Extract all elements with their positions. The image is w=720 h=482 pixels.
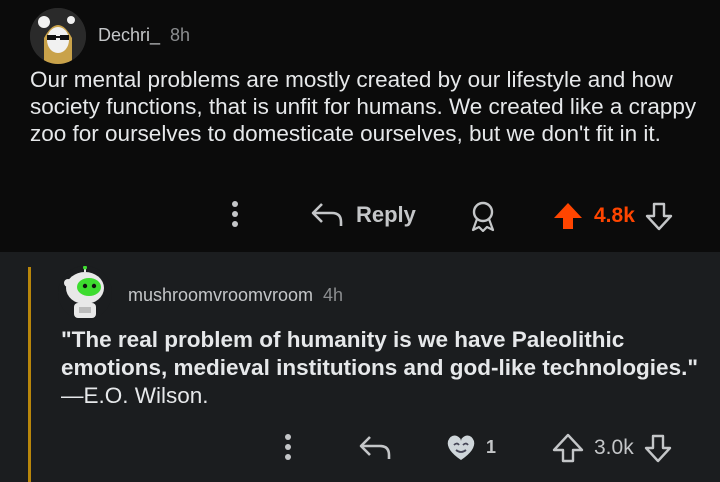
timestamp: 8h bbox=[170, 25, 191, 45]
comment-body: "The real problem of humanity is we have… bbox=[61, 326, 701, 410]
score: 4.8k bbox=[594, 204, 635, 227]
score: 3.0k bbox=[594, 436, 634, 459]
downvote-icon[interactable] bbox=[645, 200, 673, 232]
comment-1: Dechri_ 8h Our mental problems are mostl… bbox=[0, 0, 720, 252]
award-icon bbox=[471, 201, 495, 232]
timestamp: 4h bbox=[323, 285, 344, 305]
reply-icon bbox=[359, 436, 391, 459]
thread-line[interactable] bbox=[28, 267, 31, 482]
vote-bar: 3.0k bbox=[552, 432, 672, 464]
more-icon bbox=[232, 201, 238, 227]
upvote-icon[interactable] bbox=[552, 200, 584, 232]
avatar[interactable] bbox=[30, 8, 86, 64]
upvote-icon[interactable] bbox=[552, 432, 584, 464]
quote-attribution: —E.O. Wilson. bbox=[61, 383, 209, 408]
more-icon bbox=[285, 434, 291, 460]
comment-meta: mushroomvroomvroom 4h bbox=[128, 285, 343, 306]
award-button[interactable] bbox=[468, 200, 498, 232]
more-button[interactable] bbox=[228, 198, 242, 230]
username[interactable]: Dechri_ bbox=[98, 25, 160, 46]
award-icon bbox=[447, 435, 475, 460]
username[interactable]: mushroomvroomvroom bbox=[128, 285, 313, 306]
reply-label: Reply bbox=[356, 202, 416, 227]
avatar[interactable] bbox=[58, 266, 112, 320]
vote-bar: 4.8k bbox=[552, 200, 673, 232]
award-badge[interactable]: 1 bbox=[444, 432, 496, 462]
award-count: 1 bbox=[486, 436, 497, 457]
comment-body: Our mental problems are mostly created b… bbox=[30, 67, 697, 146]
quote-text: "The real problem of humanity is we have… bbox=[61, 327, 698, 380]
more-button[interactable] bbox=[281, 431, 295, 463]
reply-icon bbox=[311, 203, 343, 226]
reply-button[interactable]: Reply bbox=[310, 200, 416, 230]
comment-meta: Dechri_ 8h bbox=[98, 25, 190, 46]
downvote-icon[interactable] bbox=[644, 432, 672, 464]
reply-button[interactable] bbox=[358, 433, 392, 463]
